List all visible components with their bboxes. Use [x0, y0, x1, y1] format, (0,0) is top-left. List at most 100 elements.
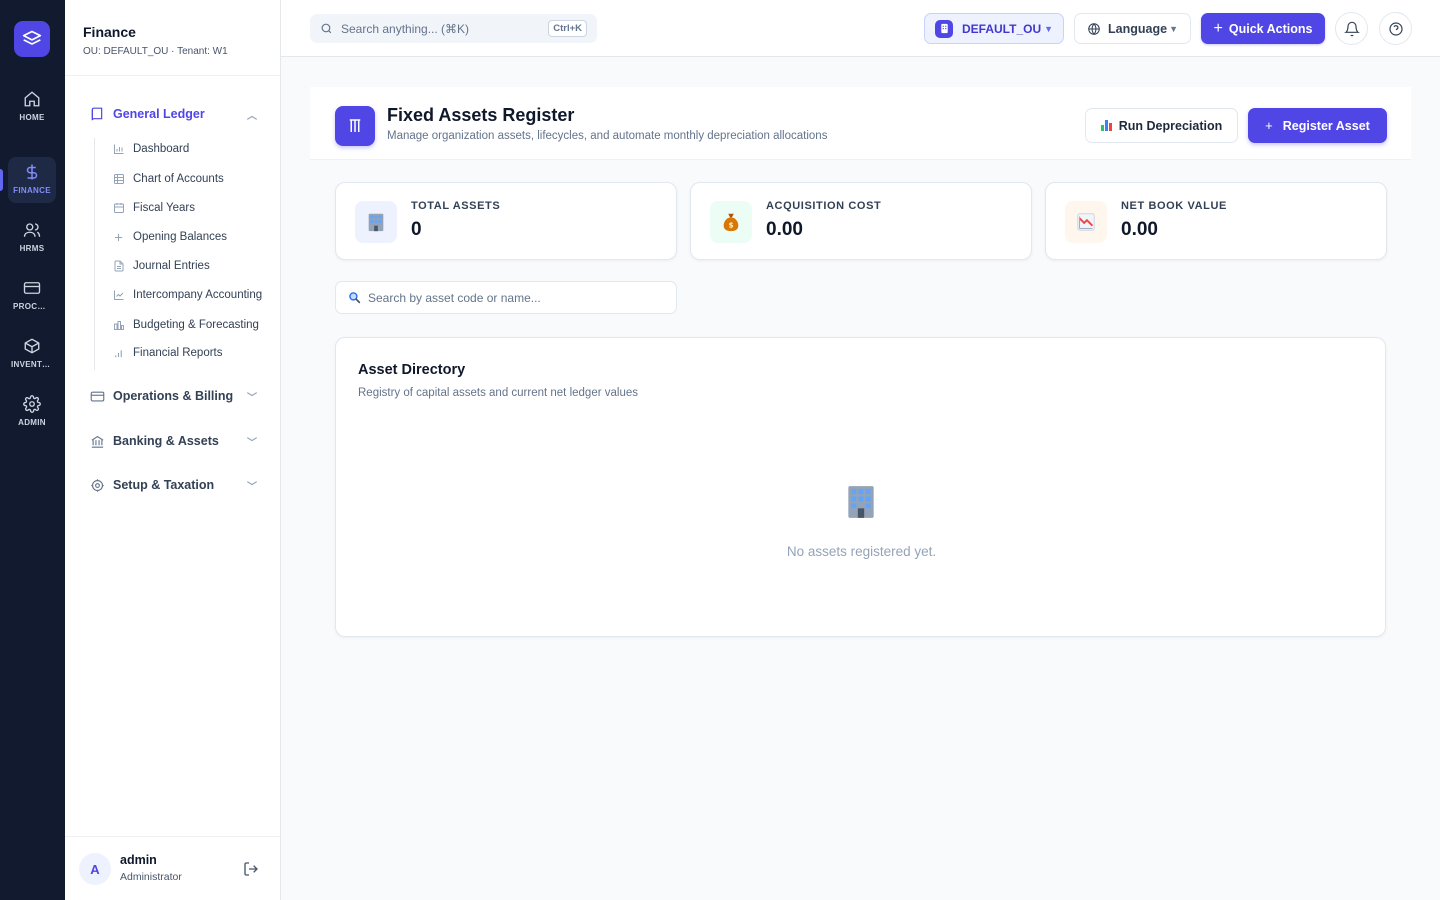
dollar-icon [26, 164, 38, 180]
page-subtitle: Manage organization assets, lifecycles, … [387, 130, 828, 142]
sidebar-group-general-ledger[interactable]: General Ledger ︿ [89, 104, 257, 124]
users-icon [23, 223, 41, 237]
search-icon [321, 23, 332, 34]
building-icon [935, 19, 953, 38]
rail-item-admin[interactable]: ADMIN [8, 389, 56, 435]
gear-icon [23, 395, 41, 413]
register-asset-label: Register Asset [1282, 118, 1370, 133]
sidebar-item-label: Journal Entries [133, 260, 210, 272]
run-depreciation-label: Run Depreciation [1118, 118, 1223, 133]
search-shortcut-badge: Ctrl+K [548, 20, 587, 37]
global-search-input[interactable]: Search anything... (⌘K) Ctrl+K [310, 14, 597, 43]
plus-icon [112, 231, 125, 244]
chevron-down-icon: ﹀ [247, 437, 257, 449]
building-icon [842, 483, 880, 526]
user-panel: A admin Administrator [65, 836, 280, 900]
search-placeholder: Search anything... (⌘K) [341, 21, 470, 36]
submenu-guide [94, 138, 95, 370]
quick-actions-label: Quick Actions [1228, 21, 1313, 36]
directory-subtitle: Registry of capital assets and current n… [358, 387, 638, 399]
page-header: Fixed Assets Register Manage organizatio… [310, 87, 1411, 160]
rail-item-hrms[interactable]: HRMS [8, 215, 56, 261]
stat-value: 0.00 [1121, 219, 1158, 240]
sidebar-item-journal-entries[interactable]: Journal Entries [112, 257, 272, 275]
sidebar-item-label: Dashboard [133, 143, 190, 155]
notifications-button[interactable] [1335, 12, 1368, 45]
rail-item-inventory[interactable]: INVENTORY [8, 331, 56, 377]
credit-card-icon [23, 282, 41, 294]
sidebar-item-financial-reports[interactable]: Financial Reports [112, 344, 272, 362]
run-depreciation-button[interactable]: Run Depreciation [1085, 108, 1238, 143]
bell-icon [1343, 21, 1360, 36]
sidebar-group-banking-assets[interactable]: Banking & Assets ﹀ [89, 431, 257, 451]
register-asset-button[interactable]: + Register Asset [1248, 108, 1387, 143]
module-title: Finance [83, 24, 136, 40]
sidebar-item-dashboard[interactable]: Dashboard [112, 140, 272, 158]
stat-label: TOTAL ASSETS [411, 200, 501, 212]
sidebar-group-label: General Ledger [113, 107, 205, 121]
rail-label: FINANCE [13, 186, 51, 195]
avatar[interactable]: A [79, 853, 111, 885]
money-bag-icon: $ [710, 201, 752, 243]
stat-card-total-assets: TOTAL ASSETS 0 [335, 182, 677, 260]
chevron-up-icon: ︿ [247, 110, 257, 122]
sidebar-item-fiscal-years[interactable]: Fiscal Years [112, 199, 272, 217]
quick-actions-button[interactable]: + Quick Actions [1201, 13, 1325, 44]
module-sidebar: Finance OU: DEFAULT_OU · Tenant: W1 Gene… [65, 0, 281, 900]
stat-value: 0 [411, 219, 422, 240]
rail-item-finance[interactable]: FINANCE [0, 157, 56, 203]
asset-directory-card: Asset Directory Registry of capital asse… [335, 337, 1386, 637]
rail-item-procurement[interactable]: PROCUREMENT [8, 273, 56, 319]
ou-selector[interactable]: DEFAULT_OU ▼ [924, 13, 1064, 44]
sidebar-group-label: Setup & Taxation [113, 478, 215, 492]
sidebar-group-setup-taxation[interactable]: Setup & Taxation ﹀ [89, 475, 257, 495]
caret-down-icon: ▼ [1044, 23, 1053, 34]
sidebar-item-chart-of-accounts[interactable]: Chart of Accounts [112, 170, 272, 188]
rail-label: ADMIN [18, 418, 46, 427]
settings-icon [89, 477, 105, 493]
box-icon [24, 338, 40, 354]
signal-bars-icon [112, 347, 125, 360]
logout-icon[interactable] [243, 861, 259, 882]
sidebar-item-opening-balances[interactable]: Opening Balances [112, 228, 272, 246]
asset-search-input[interactable]: Search by asset code or name... [335, 281, 677, 314]
sidebar-item-label: Fiscal Years [133, 202, 196, 214]
sidebar-group-label: Operations & Billing [113, 389, 234, 403]
sidebar-group-label: Banking & Assets [113, 434, 219, 448]
app-rail: HOME FINANCE HRMS PROCUREMENT INVENTORY … [0, 0, 65, 900]
user-role: Administrator [120, 871, 182, 883]
rail-label: HRMS [19, 244, 45, 253]
book-icon [89, 106, 105, 122]
rail-label: PROCUREMENT [13, 302, 51, 311]
sidebar-item-budgeting[interactable]: Budgeting & Forecasting [112, 316, 272, 334]
language-selector[interactable]: Language ▼ [1074, 13, 1191, 44]
empty-state-message: No assets registered yet. [786, 544, 937, 559]
caret-down-icon: ▼ [1169, 23, 1178, 34]
rail-item-home[interactable]: HOME [8, 84, 56, 130]
module-context: OU: DEFAULT_OU · Tenant: W1 [83, 46, 228, 57]
building-icon [355, 201, 397, 243]
sidebar-group-operations-billing[interactable]: Operations & Billing ﹀ [89, 386, 257, 406]
bar-chart-icon [112, 143, 125, 156]
stat-label: ACQUISITION COST [766, 200, 882, 212]
app-logo-icon[interactable] [14, 21, 50, 57]
calendar-icon [112, 202, 125, 215]
bar-chart-icon [1100, 120, 1113, 131]
sidebar-item-intercompany[interactable]: Intercompany Accounting [112, 286, 266, 304]
page-title: Fixed Assets Register [387, 105, 575, 125]
language-label: Language [1108, 21, 1168, 36]
help-button[interactable] [1379, 12, 1412, 45]
search-icon [349, 292, 361, 304]
sidebar-item-label: Financial Reports [133, 347, 223, 359]
rail-label: HOME [19, 113, 45, 122]
stat-label: NET BOOK VALUE [1121, 200, 1227, 212]
chart-down-icon [1065, 201, 1107, 243]
sidebar-header: Finance OU: DEFAULT_OU · Tenant: W1 [65, 0, 280, 76]
plus-icon: + [1265, 118, 1273, 133]
home-icon [24, 91, 40, 107]
bank-icon [89, 433, 105, 449]
help-icon [1388, 21, 1403, 36]
svg-text:$: $ [728, 221, 733, 230]
stat-card-net-book-value: NET BOOK VALUE 0.00 [1045, 182, 1387, 260]
card-icon [89, 388, 105, 404]
